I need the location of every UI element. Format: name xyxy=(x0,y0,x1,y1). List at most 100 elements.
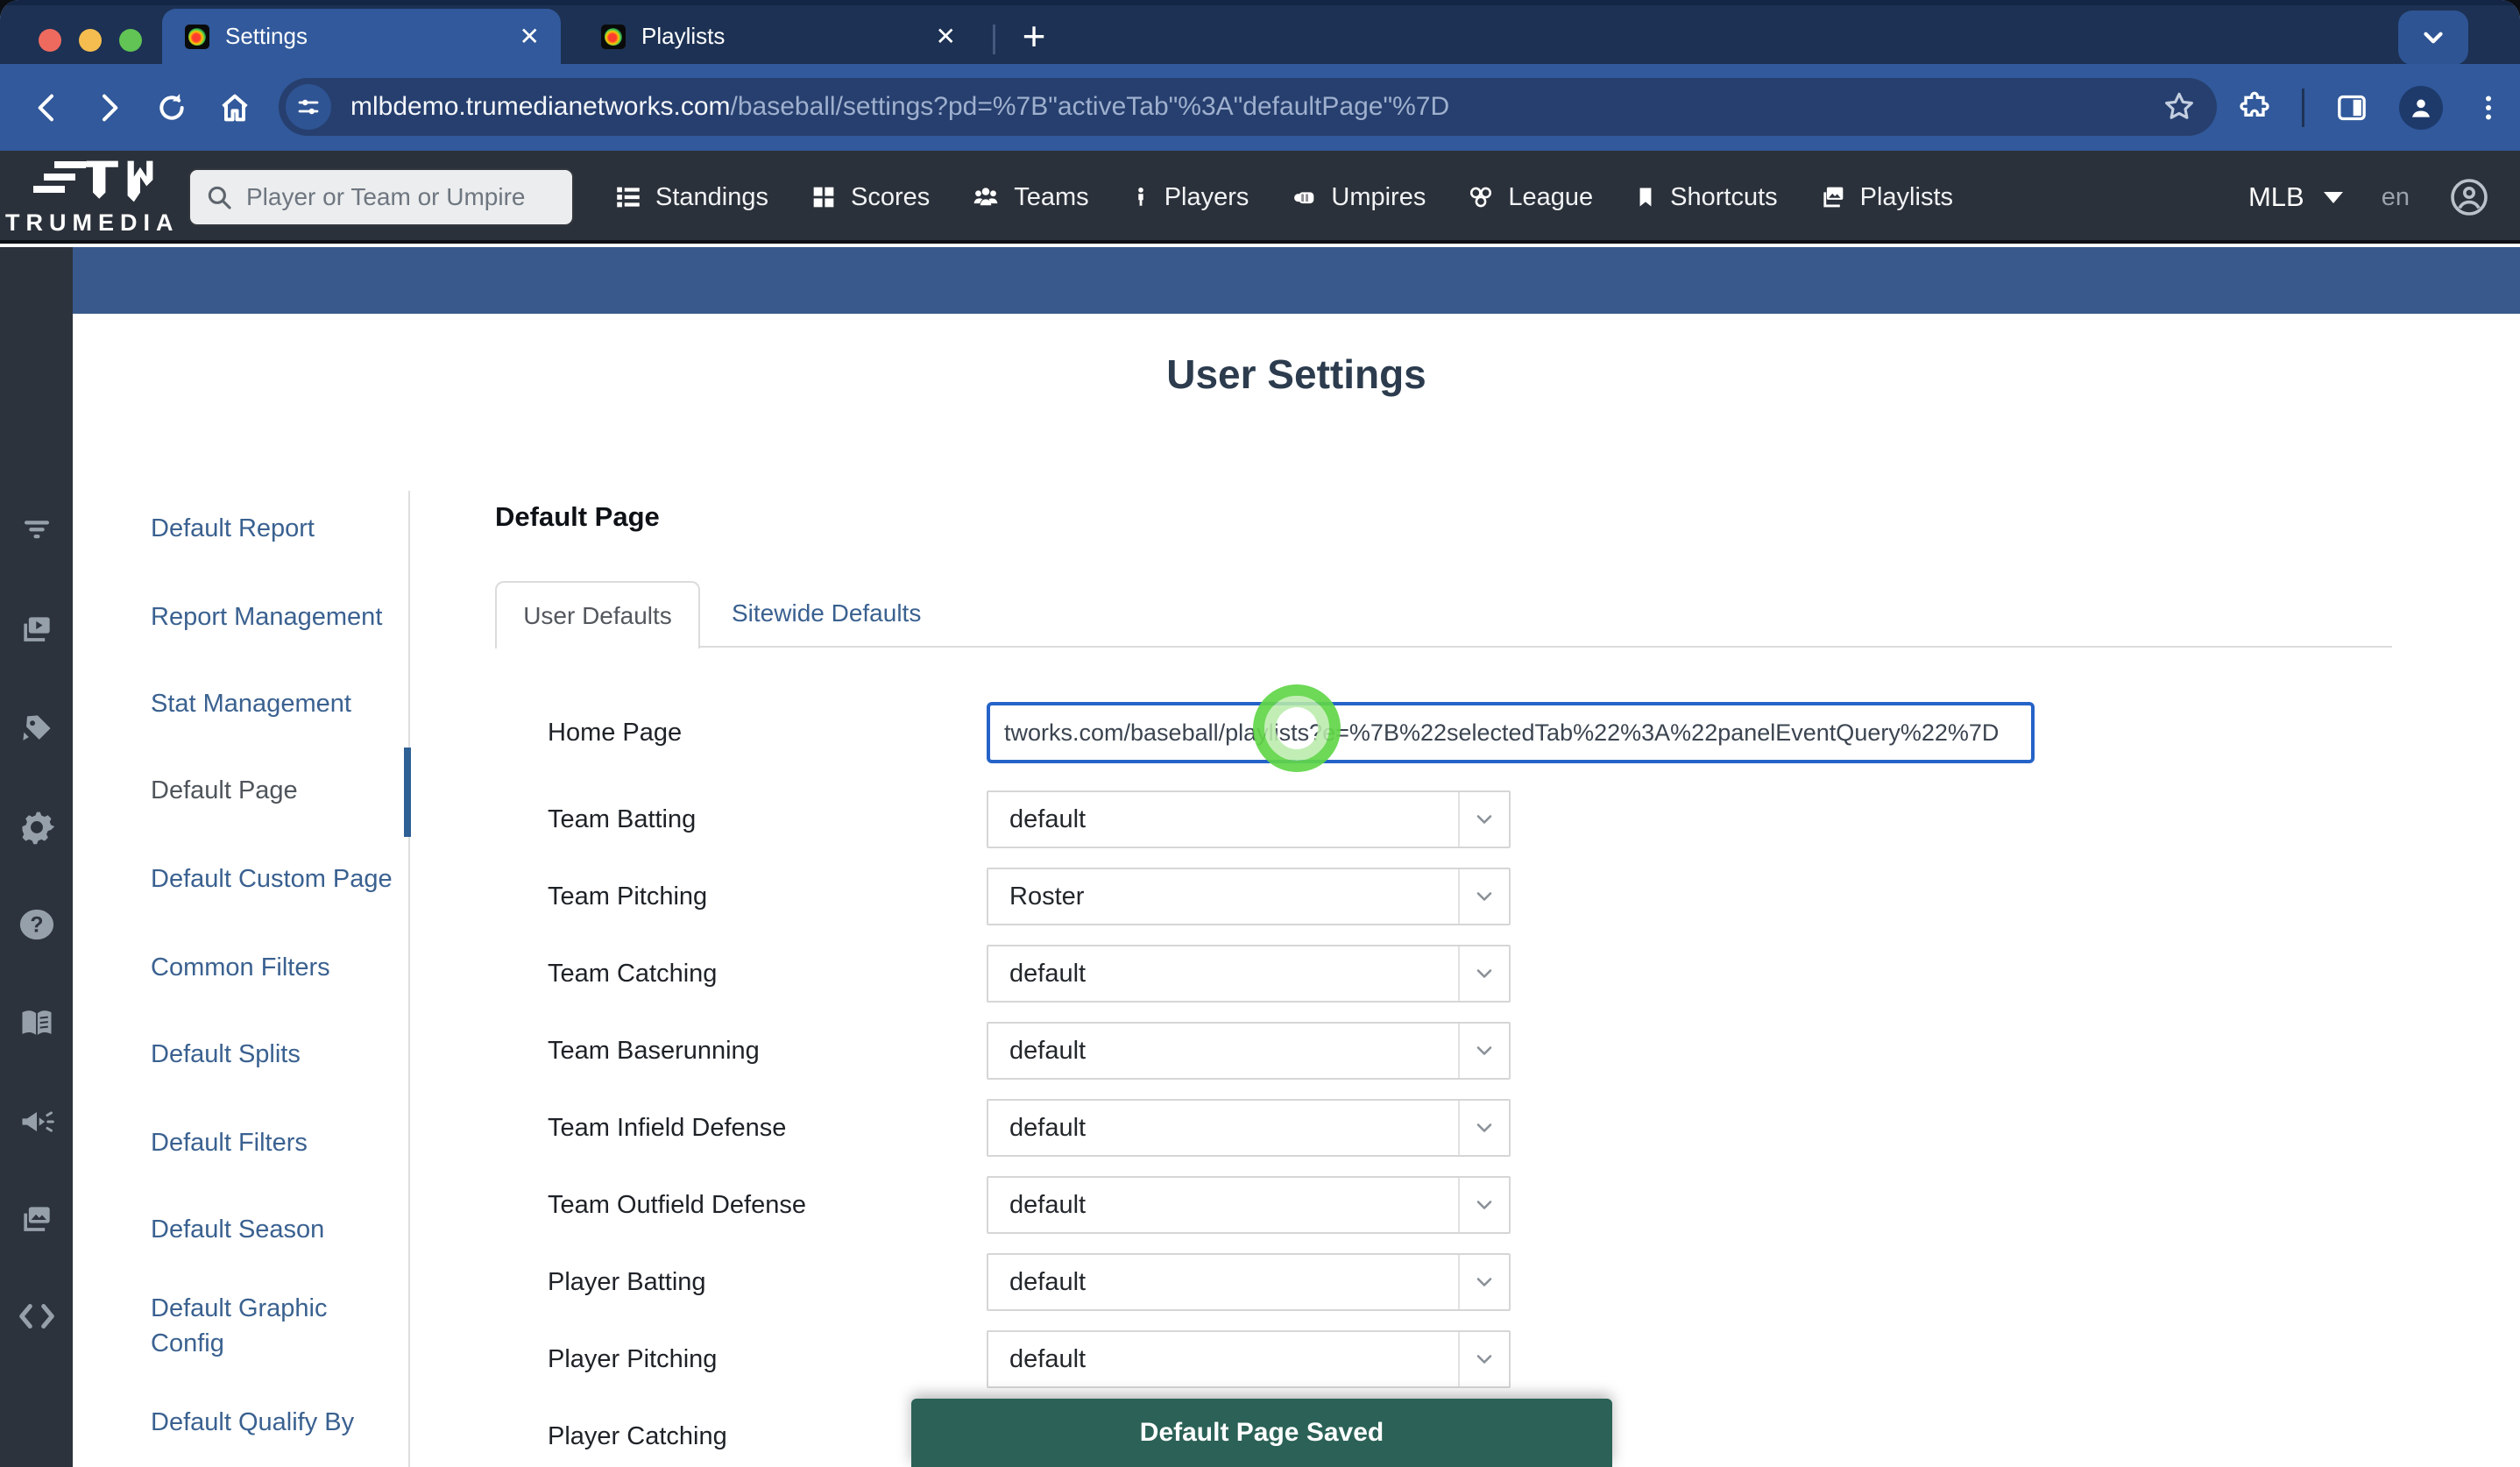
league-selector[interactable]: MLB xyxy=(2248,181,2343,213)
menu-default-page[interactable]: Default Page xyxy=(151,773,298,808)
back-button[interactable] xyxy=(30,90,65,125)
filter-icon[interactable] xyxy=(0,510,73,547)
select-value: default xyxy=(988,1037,1458,1066)
tab-settings[interactable]: Settings ✕ xyxy=(162,9,561,64)
field-label-team-catching: Team Catching xyxy=(548,945,959,1003)
nav-label: Players xyxy=(1164,183,1249,212)
team-batting-select[interactable]: default xyxy=(987,790,1511,848)
field-label-team-baserunning: Team Baserunning xyxy=(548,1022,959,1080)
field-label-home-page: Home Page xyxy=(548,702,959,763)
site-settings-icon[interactable] xyxy=(286,84,331,130)
filter-bar xyxy=(73,247,2520,314)
nav-umpires[interactable]: Umpires xyxy=(1289,182,1426,212)
tab-sitewide-defaults[interactable]: Sitewide Defaults xyxy=(732,581,921,646)
nav-scores[interactable]: Scores xyxy=(809,182,930,212)
player-pitching-select[interactable]: default xyxy=(987,1330,1511,1388)
forward-button[interactable] xyxy=(91,90,126,125)
browser-window: Settings ✕ Playlists ✕ + mlbdemo.trumedi… xyxy=(0,0,2520,1467)
search-icon xyxy=(204,182,234,212)
nav-label: League xyxy=(1508,183,1593,212)
locale-toggle[interactable]: en xyxy=(2382,183,2410,212)
nav-label: Scores xyxy=(851,183,930,212)
menu-common-filters[interactable]: Common Filters xyxy=(151,950,330,985)
team-pitching-select[interactable]: Roster xyxy=(987,868,1511,925)
close-tab-icon[interactable]: ✕ xyxy=(936,25,956,49)
menu-default-custom-page[interactable]: Default Custom Page xyxy=(151,861,393,896)
nav-league[interactable]: League xyxy=(1466,182,1593,212)
megaphone-icon[interactable] xyxy=(0,1102,73,1141)
nav-standings[interactable]: Standings xyxy=(613,182,768,212)
saved-toast: Default Page Saved xyxy=(911,1399,1612,1467)
global-search[interactable] xyxy=(188,168,574,226)
extensions-puzzle-icon[interactable] xyxy=(2237,90,2272,125)
site-favicon xyxy=(601,25,626,49)
team-baserunning-select[interactable]: default xyxy=(987,1022,1511,1080)
chevron-down-icon xyxy=(1458,1255,1509,1309)
tag-icon[interactable] xyxy=(0,710,73,748)
user-profile-icon[interactable] xyxy=(2448,176,2490,218)
menu-default-qualify-by[interactable]: Default Qualify By xyxy=(151,1405,354,1440)
code-icon[interactable] xyxy=(0,1299,73,1334)
chevron-down-icon xyxy=(1458,1332,1509,1386)
nav-label: Shortcuts xyxy=(1670,183,1778,212)
minimize-window-button[interactable] xyxy=(79,29,102,52)
url-host: mlbdemo.trumedianetworks.com xyxy=(350,92,731,121)
search-input[interactable] xyxy=(244,182,542,212)
select-value: default xyxy=(988,1191,1458,1220)
umpire-fist-icon xyxy=(1289,182,1319,212)
trumedia-logo[interactable]: TRUMEDIA xyxy=(5,158,185,238)
menu-stat-management[interactable]: Stat Management xyxy=(151,686,351,721)
menu-default-graphic-config[interactable]: Default Graphic Config xyxy=(151,1291,387,1361)
toolbar-divider xyxy=(2302,89,2304,127)
chevron-down-icon xyxy=(1458,1178,1509,1232)
teams-group-icon xyxy=(970,182,1002,212)
menu-report-management[interactable]: Report Management xyxy=(151,599,382,634)
side-panel-icon[interactable] xyxy=(2334,90,2369,125)
menu-default-splits[interactable]: Default Splits xyxy=(151,1037,301,1072)
chevron-down-icon xyxy=(1458,869,1509,924)
nav-teams[interactable]: Teams xyxy=(970,182,1088,212)
menu-default-filters[interactable]: Default Filters xyxy=(151,1125,308,1160)
nav-label: Playlists xyxy=(1860,183,1953,212)
nav-playlists[interactable]: Playlists xyxy=(1818,182,1953,212)
home-page-input[interactable] xyxy=(987,702,2035,763)
close-tab-icon[interactable]: ✕ xyxy=(520,25,540,49)
player-batting-select[interactable]: default xyxy=(987,1253,1511,1311)
main-nav: Standings Scores Teams Players Umpires L… xyxy=(613,151,1953,244)
menu-default-season[interactable]: Default Season xyxy=(151,1212,324,1247)
new-tab-button[interactable]: + xyxy=(1009,12,1058,61)
tab-playlists[interactable]: Playlists ✕ xyxy=(578,9,977,64)
home-button[interactable] xyxy=(217,90,252,125)
book-icon[interactable] xyxy=(0,1004,73,1043)
chevron-down-icon xyxy=(1458,1024,1509,1078)
tab-search-button[interactable] xyxy=(2398,11,2468,65)
tab-user-defaults[interactable]: User Defaults xyxy=(495,581,700,648)
scores-grid-icon xyxy=(809,182,839,212)
team-outfield-defense-select[interactable]: default xyxy=(987,1176,1511,1234)
team-infield-defense-select[interactable]: default xyxy=(987,1099,1511,1157)
field-label-player-pitching: Player Pitching xyxy=(548,1330,959,1388)
field-label-player-catching: Player Catching xyxy=(548,1407,959,1465)
reload-button[interactable] xyxy=(154,90,189,125)
video-playlist-icon[interactable] xyxy=(0,611,73,649)
address-bar[interactable]: mlbdemo.trumedianetworks.com/baseball/se… xyxy=(279,78,2217,136)
help-icon[interactable]: ? xyxy=(0,906,73,943)
nav-shortcuts[interactable]: Shortcuts xyxy=(1633,182,1778,212)
menu-default-report[interactable]: Default Report xyxy=(151,511,315,546)
gear-icon[interactable] xyxy=(0,808,73,847)
tab-divider xyxy=(993,25,995,54)
tab-underline xyxy=(495,646,2392,648)
select-value: default xyxy=(988,1114,1458,1143)
browser-profile-avatar[interactable] xyxy=(2399,86,2443,130)
browser-menu-dots-icon[interactable] xyxy=(2473,92,2504,124)
select-value: Roster xyxy=(988,882,1458,911)
bookmark-star-icon[interactable] xyxy=(2161,89,2198,125)
field-label-player-batting: Player Batting xyxy=(548,1253,959,1311)
nav-players[interactable]: Players xyxy=(1129,182,1249,212)
zoom-window-button[interactable] xyxy=(119,29,142,52)
team-catching-select[interactable]: default xyxy=(987,945,1511,1003)
gallery-icon[interactable] xyxy=(0,1201,73,1239)
nav-label: Umpires xyxy=(1331,183,1426,212)
url-text: mlbdemo.trumedianetworks.com/baseball/se… xyxy=(350,92,2141,122)
close-window-button[interactable] xyxy=(39,29,61,52)
